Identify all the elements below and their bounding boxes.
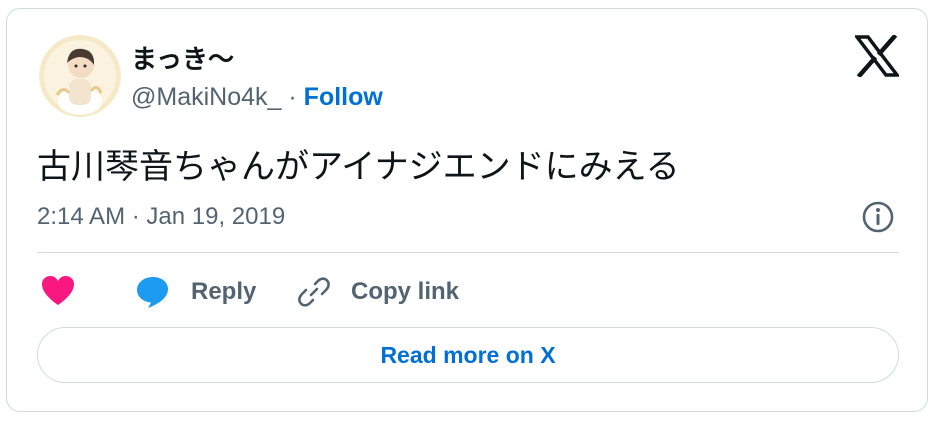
reply-bubble-icon <box>137 277 168 308</box>
separator: · <box>288 83 297 111</box>
read-more-button[interactable]: Read more on X <box>37 327 899 383</box>
tweet-text: 古川琴音ちゃんがアイナジエンドにみえる <box>37 147 680 187</box>
handle-row: @MakiNo4k_ · Follow <box>131 83 383 112</box>
avatar[interactable] <box>39 35 121 117</box>
read-more-label: Read more on X <box>380 341 556 368</box>
user-handle[interactable]: @MakiNo4k_ <box>131 83 281 111</box>
link-icon <box>298 277 330 307</box>
heart-icon <box>42 276 74 305</box>
timestamp[interactable]: 2:14 AM · Jan 19, 2019 <box>37 203 285 231</box>
info-icon[interactable] <box>861 200 895 234</box>
copy-link-label: Copy link <box>351 278 460 305</box>
reply-label: Reply <box>191 278 257 305</box>
reply-button[interactable]: Reply <box>135 275 256 309</box>
tweet-card: まっき〜 @MakiNo4k_ · Follow 古川琴音ちゃんがアイナジエンド… <box>6 8 928 412</box>
copy-link-button[interactable]: Copy link <box>297 275 459 309</box>
divider <box>37 252 899 253</box>
like-button[interactable] <box>41 275 75 307</box>
follow-button[interactable]: Follow <box>304 83 383 111</box>
x-logo-icon[interactable] <box>853 33 901 79</box>
display-name[interactable]: まっき〜 <box>131 39 234 76</box>
